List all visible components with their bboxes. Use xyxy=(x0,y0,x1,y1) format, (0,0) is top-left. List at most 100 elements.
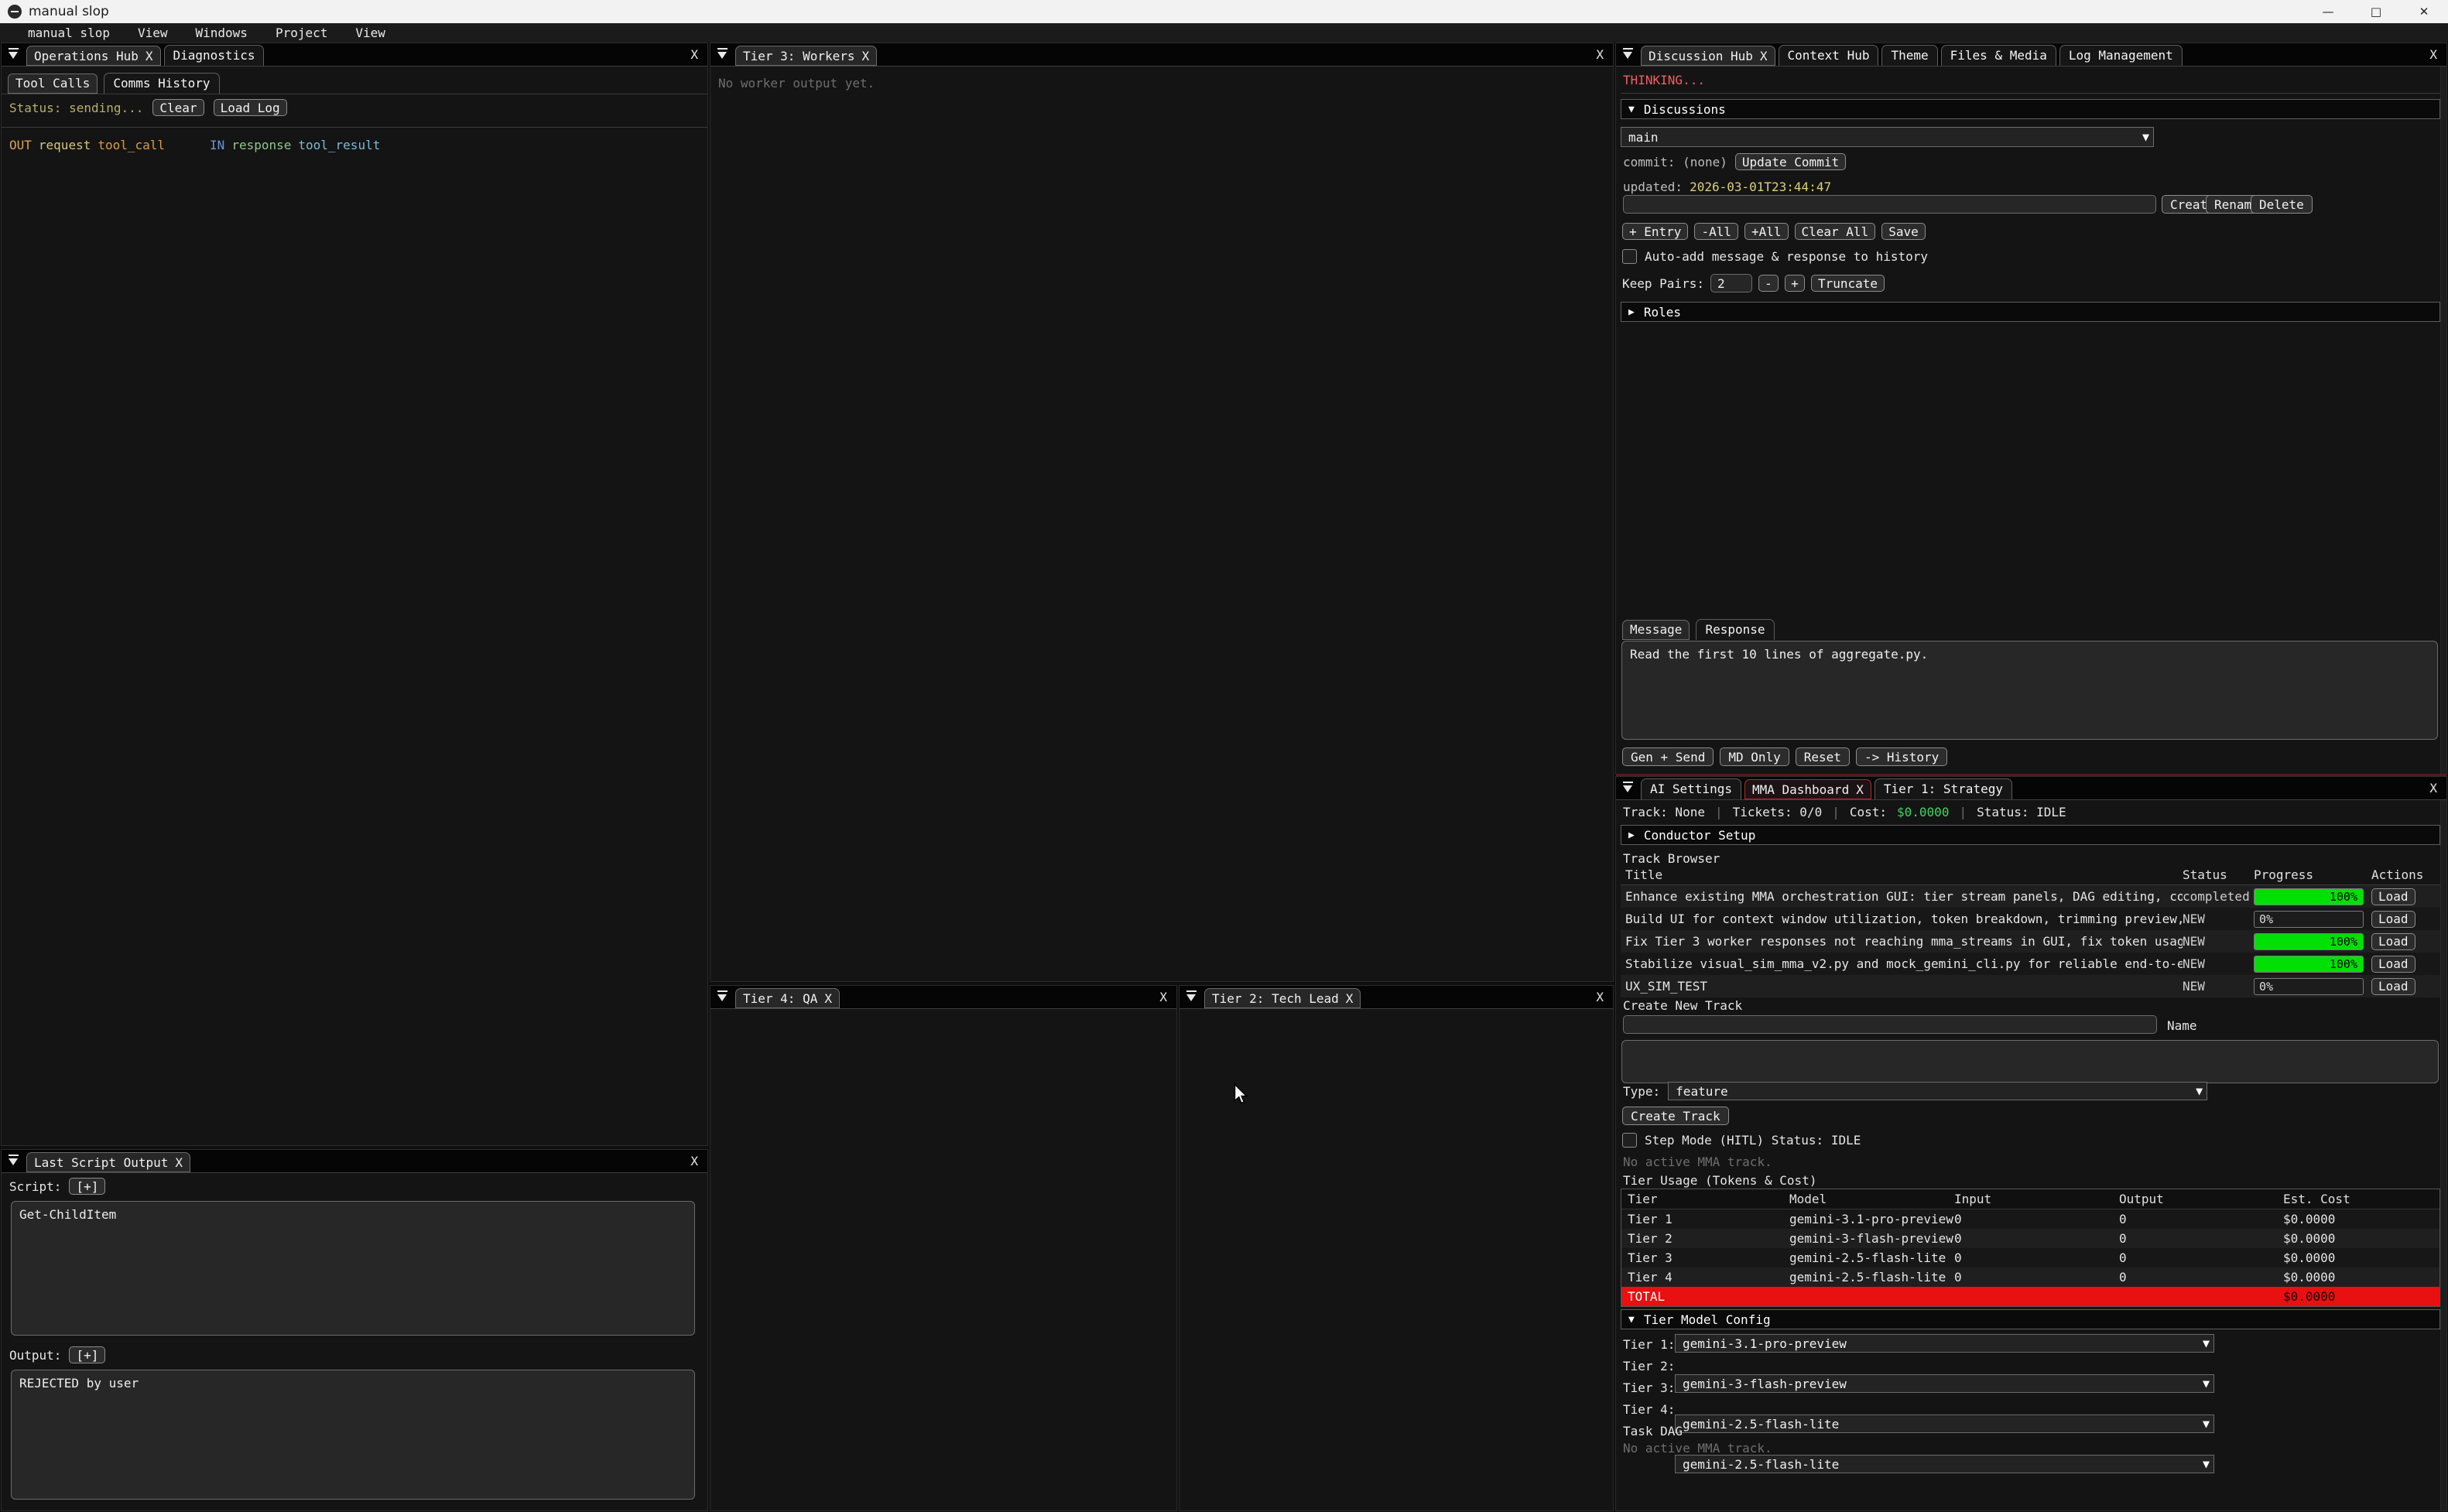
tier3-empty-text: No worker output yet. xyxy=(718,76,875,91)
panel-splitter[interactable] xyxy=(1616,774,2446,776)
menu-project[interactable]: Project xyxy=(276,26,327,40)
discussion-select[interactable]: main ▼ xyxy=(1621,127,2154,147)
discussion-name-input[interactable] xyxy=(1623,195,2156,214)
tab-operations-hub[interactable]: Operations HubX xyxy=(26,46,161,66)
panel-close-icon[interactable]: X xyxy=(681,1154,707,1168)
tab-tier4-qa[interactable]: Tier 4: QAX xyxy=(735,988,840,1008)
tab-context-hub[interactable]: Context Hub xyxy=(1779,45,1879,66)
panel-menu-icon[interactable] xyxy=(1616,776,1641,799)
tab-theme[interactable]: Theme xyxy=(1881,45,1937,66)
close-button[interactable]: ✕ xyxy=(2400,0,2448,23)
tier3-model-select[interactable]: gemini-2.5-flash-lite▼ xyxy=(1675,1415,2214,1433)
tier-model-config-header[interactable]: ▼ Tier Model Config xyxy=(1621,1309,2440,1329)
table-row: UX_SIM_TEST NEW 0% Load xyxy=(1621,975,2442,997)
reset-button[interactable]: Reset xyxy=(1796,747,1850,766)
tier4-model-select[interactable]: gemini-2.5-flash-lite▼ xyxy=(1675,1455,2214,1473)
message-textarea[interactable]: Read the first 10 lines of aggregate.py. xyxy=(1621,641,2438,740)
load-track-button[interactable]: Load xyxy=(2371,911,2415,928)
tier1-model-select[interactable]: gemini-3.1-pro-preview▼ xyxy=(1675,1334,2214,1353)
new-track-description-textarea[interactable] xyxy=(1621,1040,2439,1083)
tab-message[interactable]: Message xyxy=(1622,620,1690,640)
add-entry-button[interactable]: + Entry xyxy=(1622,223,1688,240)
script-textarea[interactable]: Get-ChildItem xyxy=(11,1201,695,1336)
load-log-button[interactable]: Load Log xyxy=(214,99,287,116)
tab-log-management[interactable]: Log Management xyxy=(2059,45,2183,66)
conductor-setup-header[interactable]: ▶ Conductor Setup xyxy=(1621,825,2440,845)
panel-close-icon[interactable]: X xyxy=(1587,47,1613,62)
last-script-output-header: Last Script OutputX X xyxy=(2,1150,707,1173)
discussion-scrollbar[interactable] xyxy=(2440,67,2446,774)
clear-all-button[interactable]: Clear All xyxy=(1795,223,1876,240)
expand-all-button[interactable]: +All xyxy=(1744,223,1789,240)
discussions-section-header[interactable]: ▼ Discussions xyxy=(1621,99,2440,119)
load-track-button[interactable]: Load xyxy=(2371,933,2415,950)
tab-close-icon[interactable]: X xyxy=(1346,989,1354,1008)
roles-section-header[interactable]: ▶ Roles xyxy=(1621,302,2440,322)
tier2-model-select[interactable]: gemini-3-flash-preview▼ xyxy=(1675,1374,2214,1393)
subtab-comms-history[interactable]: Comms History xyxy=(104,73,219,94)
panel-menu-icon[interactable] xyxy=(710,43,735,66)
update-commit-button[interactable]: Update Commit xyxy=(1735,153,1846,170)
panel-menu-icon[interactable] xyxy=(2,1149,26,1172)
tab-diagnostics[interactable]: Diagnostics xyxy=(164,45,265,66)
panel-menu-icon[interactable] xyxy=(1179,985,1204,1008)
updated-label: updated: xyxy=(1623,180,1683,194)
to-history-button[interactable]: -> History xyxy=(1856,747,1947,766)
panel-menu-icon[interactable] xyxy=(710,985,735,1008)
md-only-button[interactable]: MD Only xyxy=(1720,747,1789,766)
track-type-select[interactable]: feature ▼ xyxy=(1668,1082,2207,1100)
menu-view[interactable]: View xyxy=(138,26,168,40)
script-expand-button[interactable]: [+] xyxy=(69,1178,105,1195)
tier-usage-label: Tier Usage (Tokens & Cost) xyxy=(1623,1173,1816,1188)
load-track-button[interactable]: Load xyxy=(2371,978,2415,995)
new-track-name-input[interactable] xyxy=(1623,1015,2157,1034)
panel-close-icon[interactable]: X xyxy=(1150,990,1176,1004)
tab-tier2-tech-lead[interactable]: Tier 2: Tech LeadX xyxy=(1204,988,1361,1008)
keep-pairs-decrement-button[interactable]: - xyxy=(1758,275,1779,292)
tab-files-media[interactable]: Files & Media xyxy=(1941,45,2056,66)
gen-send-button[interactable]: Gen + Send xyxy=(1622,747,1714,766)
save-button[interactable]: Save xyxy=(1881,223,1926,240)
menu-view-2[interactable]: View xyxy=(355,26,385,40)
tab-response[interactable]: Response xyxy=(1696,619,1774,640)
tab-close-icon[interactable]: X xyxy=(146,46,153,66)
maximize-button[interactable]: □ xyxy=(2352,0,2400,23)
panel-close-icon[interactable]: X xyxy=(2420,47,2446,62)
load-track-button[interactable]: Load xyxy=(2371,956,2415,973)
collapse-all-button[interactable]: -All xyxy=(1694,223,1738,240)
tab-close-icon[interactable]: X xyxy=(175,1153,183,1172)
tab-close-icon[interactable]: X xyxy=(824,989,832,1008)
menu-windows[interactable]: Windows xyxy=(196,26,248,40)
output-expand-button[interactable]: [+] xyxy=(69,1346,105,1363)
tab-mma-dashboard[interactable]: MMA DashboardX xyxy=(1744,779,1871,799)
menu-manual-slop[interactable]: manual slop xyxy=(28,26,110,40)
load-track-button[interactable]: Load xyxy=(2371,888,2415,905)
tab-discussion-hub[interactable]: Discussion HubX xyxy=(1641,46,1775,66)
clear-button[interactable]: Clear xyxy=(152,99,204,116)
panel-close-icon[interactable]: X xyxy=(2420,781,2446,795)
tab-last-script-output[interactable]: Last Script OutputX xyxy=(26,1152,190,1172)
tab-close-icon[interactable]: X xyxy=(862,46,870,66)
auto-add-checkbox[interactable] xyxy=(1622,249,1637,264)
tab-tier1-strategy[interactable]: Tier 1: Strategy xyxy=(1875,778,2012,799)
truncate-button[interactable]: Truncate xyxy=(1811,275,1885,292)
step-mode-checkbox[interactable] xyxy=(1622,1133,1637,1148)
minimize-button[interactable]: — xyxy=(2304,0,2352,23)
tab-ai-settings[interactable]: AI Settings xyxy=(1641,778,1741,799)
output-textarea[interactable]: REJECTED by user xyxy=(11,1370,695,1500)
keep-pairs-increment-button[interactable]: + xyxy=(1785,275,1805,292)
panel-menu-icon[interactable] xyxy=(2,43,26,66)
subtab-tool-calls[interactable]: Tool Calls xyxy=(8,74,98,94)
panel-close-icon[interactable]: X xyxy=(1587,990,1613,1004)
delete-discussion-button[interactable]: Delete xyxy=(2251,195,2313,214)
panel-menu-icon[interactable] xyxy=(1616,43,1641,66)
tier1-config-label: Tier 1: xyxy=(1623,1337,1675,1352)
tab-close-icon[interactable]: X xyxy=(1760,46,1768,66)
mma-scrollbar[interactable] xyxy=(2440,800,2446,1510)
panel-close-icon[interactable]: X xyxy=(681,47,707,62)
keep-pairs-input[interactable]: 2 xyxy=(1710,274,1752,292)
tier-usage-table: Tier Model Input Output Est. Cost Tier 1… xyxy=(1621,1189,2440,1307)
create-track-button[interactable]: Create Track xyxy=(1622,1107,1729,1125)
tab-tier3-workers[interactable]: Tier 3: WorkersX xyxy=(735,46,877,66)
tab-close-icon[interactable]: X xyxy=(1856,780,1864,799)
